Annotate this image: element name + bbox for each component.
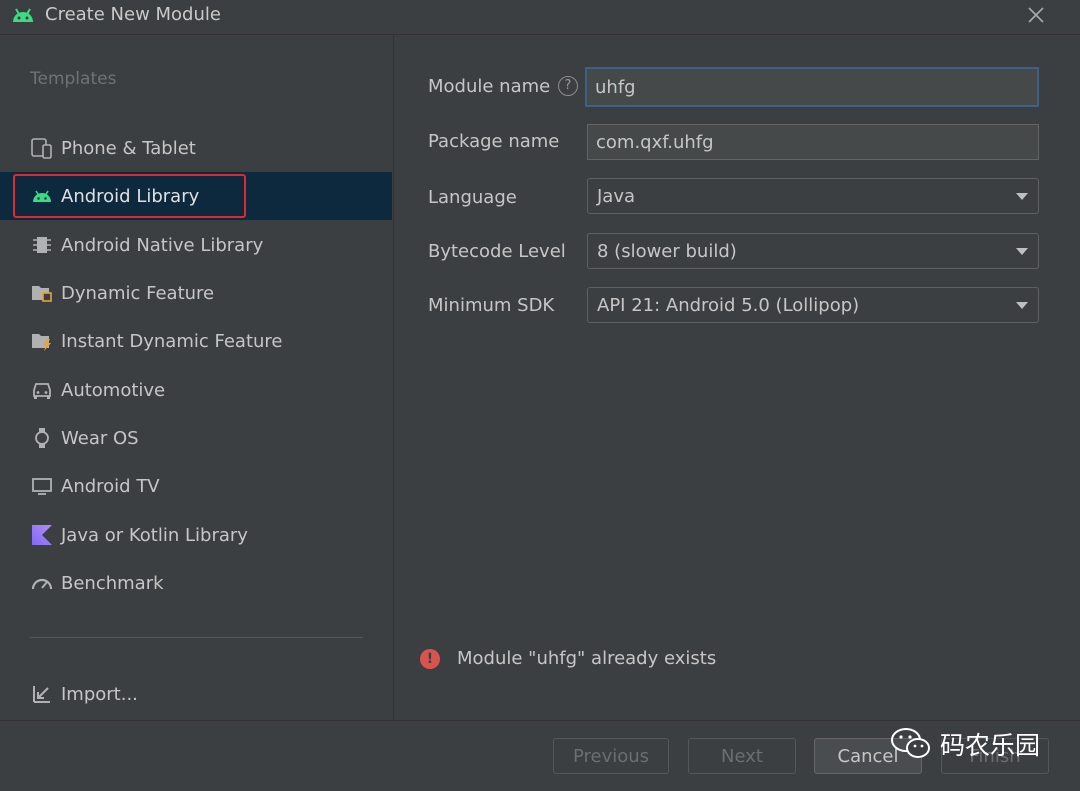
template-label: Android Library: [61, 185, 200, 207]
import-button[interactable]: Import...: [0, 672, 392, 716]
folder-feature-icon: [31, 282, 53, 304]
close-button[interactable]: [1022, 2, 1050, 28]
dropdown-arrow-icon: [1016, 192, 1028, 200]
bytecode-level-select[interactable]: 8 (slower build): [587, 233, 1039, 269]
watermark-text: 码农乐园: [940, 731, 1041, 760]
language-select[interactable]: Java: [587, 178, 1039, 214]
template-java-kotlin-library[interactable]: Java or Kotlin Library: [0, 511, 392, 559]
language-label: Language: [428, 187, 517, 208]
watermark: 码农乐园: [890, 726, 1040, 762]
minimum-sdk-select[interactable]: API 21: Android 5.0 (Lollipop): [587, 287, 1039, 323]
minimum-sdk-label: Minimum SDK: [428, 295, 555, 316]
import-icon: [31, 683, 53, 705]
module-form: Module name ? Package name Language Java…: [394, 36, 1080, 720]
module-name-input[interactable]: [585, 67, 1039, 107]
phone-tablet-icon: [31, 137, 53, 159]
import-label: Import...: [61, 683, 138, 705]
template-dynamic-feature[interactable]: Dynamic Feature: [0, 269, 392, 317]
package-name-label: Package name: [428, 131, 560, 152]
gauge-icon: [31, 572, 53, 594]
template-label: Java or Kotlin Library: [61, 524, 248, 546]
sidebar-divider: [30, 637, 363, 638]
template-wear-os[interactable]: Wear OS: [0, 414, 392, 462]
help-icon[interactable]: ?: [558, 76, 578, 96]
language-value: Java: [597, 185, 636, 207]
package-name-input[interactable]: [587, 124, 1039, 160]
kotlin-icon: [31, 524, 53, 546]
title-bar: Create New Module: [0, 0, 1080, 35]
android-icon: [13, 8, 33, 22]
minimum-sdk-value: API 21: Android 5.0 (Lollipop): [597, 294, 860, 316]
chip-icon: [31, 234, 53, 256]
error-message: ! Module "uhfg" already exists: [420, 648, 716, 669]
close-icon: [1028, 7, 1044, 23]
template-instant-dynamic-feature[interactable]: Instant Dynamic Feature: [0, 317, 392, 365]
watch-icon: [31, 427, 53, 449]
error-text: Module "uhfg" already exists: [457, 648, 717, 669]
templates-sidebar: Templates Phone & Tablet Android Library: [0, 36, 394, 720]
template-label: Android TV: [61, 475, 160, 497]
template-label: Dynamic Feature: [61, 282, 215, 304]
car-icon: [31, 379, 53, 401]
template-label: Automotive: [61, 379, 166, 401]
template-label: Wear OS: [61, 427, 139, 449]
template-automotive[interactable]: Automotive: [0, 366, 392, 414]
templates-heading: Templates: [30, 69, 117, 89]
tv-icon: [31, 475, 53, 497]
window-title: Create New Module: [45, 4, 221, 25]
bytecode-level-value: 8 (slower build): [597, 240, 737, 262]
template-phone-tablet[interactable]: Phone & Tablet: [0, 124, 392, 172]
android-icon: [31, 185, 53, 207]
error-icon: !: [420, 648, 440, 669]
template-label: Android Native Library: [61, 234, 264, 256]
template-label: Instant Dynamic Feature: [61, 330, 283, 352]
template-label: Phone & Tablet: [61, 137, 196, 159]
wechat-icon: [891, 728, 930, 758]
template-android-native-library[interactable]: Android Native Library: [0, 221, 392, 269]
module-name-label: Module name: [428, 76, 551, 97]
dropdown-arrow-icon: [1016, 301, 1028, 309]
template-benchmark[interactable]: Benchmark: [0, 559, 392, 607]
folder-lightning-icon: [31, 330, 53, 352]
bytecode-level-label: Bytecode Level: [428, 241, 566, 262]
template-label: Benchmark: [61, 572, 164, 594]
previous-button[interactable]: Previous: [553, 738, 669, 774]
dropdown-arrow-icon: [1016, 247, 1028, 255]
next-button[interactable]: Next: [688, 738, 796, 774]
template-android-library[interactable]: Android Library: [0, 172, 392, 220]
template-android-tv[interactable]: Android TV: [0, 462, 392, 510]
